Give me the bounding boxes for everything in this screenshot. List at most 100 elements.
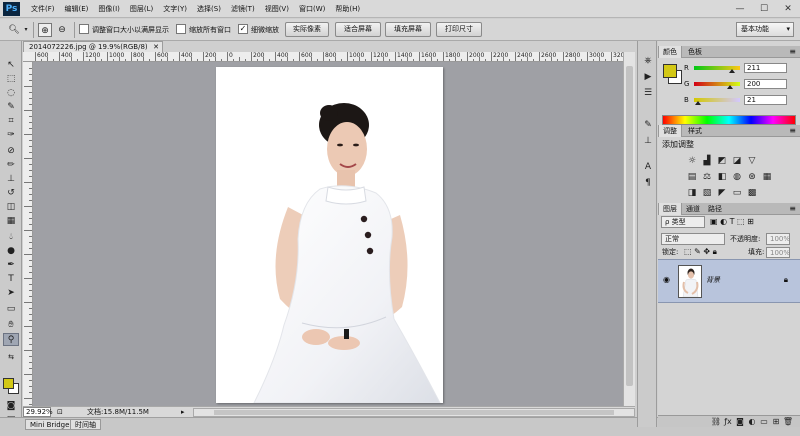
layer-filter-icons[interactable]: ▣ ◐ T ⬚ ⊞ <box>710 216 754 228</box>
chevron-down-icon[interactable]: ▾ <box>22 23 30 37</box>
panel-menu-icon[interactable]: ≡ <box>789 203 796 215</box>
zoom-out-icon[interactable]: ⊖ <box>55 23 69 37</box>
zoom-tool-icon[interactable]: ⚲ <box>3 333 19 346</box>
print-size-button[interactable]: 打印尺寸 <box>436 22 482 37</box>
workspace-select[interactable]: 基本功能 ▾ <box>736 22 794 37</box>
layer-filter-select[interactable]: ρ 类型 <box>661 216 705 228</box>
green-slider[interactable] <box>694 82 740 89</box>
layer-mask-icon[interactable]: ◙ <box>734 416 746 427</box>
brightness-icon[interactable]: ☼ <box>686 155 698 167</box>
layer-row-background[interactable]: ◉ 背景 🔒︎ <box>658 259 800 303</box>
tab-paths[interactable]: 路径 <box>704 203 726 215</box>
selective-color-icon[interactable]: ▩ <box>746 187 758 199</box>
fill-screen-button[interactable]: 填充屏幕 <box>385 22 431 37</box>
black-white-icon[interactable]: ◧ <box>716 171 728 183</box>
exposure-icon[interactable]: ◪ <box>731 155 743 167</box>
scrollbar-thumb[interactable] <box>214 410 614 415</box>
color-lookup-icon[interactable]: ▦ <box>761 171 773 183</box>
history-icon[interactable]: ⎈ <box>641 55 655 67</box>
color-balance-icon[interactable]: ⚖ <box>701 171 713 183</box>
slider-knob[interactable] <box>694 101 701 105</box>
tab-layers[interactable]: 图层 <box>658 203 682 215</box>
opacity-field[interactable]: 100% <box>766 233 790 245</box>
blue-slider[interactable] <box>694 98 740 105</box>
eraser-tool-icon[interactable]: ◫ <box>3 201 19 214</box>
actual-pixels-button[interactable]: 实际像素 <box>285 22 329 37</box>
trash-icon[interactable]: 🗑︎ <box>782 416 794 427</box>
tab-styles[interactable]: 样式 <box>684 125 706 137</box>
tab-mini-bridge[interactable]: Mini Bridge <box>25 419 75 430</box>
link-layers-icon[interactable]: ⛓ <box>710 416 722 427</box>
eye-icon[interactable]: ◉ <box>663 275 670 284</box>
eyedropper-tool-icon[interactable]: ✑ <box>3 129 19 142</box>
paragraph-icon[interactable]: ¶ <box>641 177 655 189</box>
menu-type[interactable]: 文字(Y) <box>158 0 192 18</box>
menu-layer[interactable]: 图层(L) <box>125 0 158 18</box>
character-icon[interactable]: A <box>641 161 655 173</box>
export-icon[interactable]: ⊡ <box>57 407 63 417</box>
fill-field[interactable]: 100% <box>766 247 790 258</box>
menu-image[interactable]: 图像(I) <box>93 0 125 18</box>
tab-adjustments[interactable]: 调整 <box>658 125 682 137</box>
clone-source-icon[interactable]: ⊥ <box>641 135 655 147</box>
panel-menu-icon[interactable]: ≡ <box>789 46 796 58</box>
blend-mode-select[interactable]: 正常 <box>661 233 725 245</box>
gradient-map-icon[interactable]: ▭ <box>731 187 743 199</box>
posterize-icon[interactable]: ▧ <box>701 187 713 199</box>
invert-icon[interactable]: ◨ <box>686 187 698 199</box>
type-tool-icon[interactable]: T <box>3 273 19 286</box>
fit-screen-button[interactable]: 适合屏幕 <box>335 22 381 37</box>
minimize-button[interactable]: — <box>728 0 752 18</box>
menu-edit[interactable]: 编辑(E) <box>60 0 94 18</box>
quick-select-tool-icon[interactable]: ✎ <box>3 101 19 114</box>
horizontal-scrollbar[interactable] <box>193 408 635 417</box>
brush-tool-icon[interactable]: ✏ <box>3 159 19 172</box>
history-brush-tool-icon[interactable]: ↺ <box>3 187 19 200</box>
levels-icon[interactable]: ▟ <box>701 155 713 167</box>
threshold-icon[interactable]: ◤ <box>716 187 728 199</box>
channel-mixer-icon[interactable]: ⊛ <box>746 171 758 183</box>
foreground-swatch[interactable] <box>663 64 677 78</box>
green-value-field[interactable]: 200 <box>744 79 787 89</box>
zoom-tool-icon[interactable]: 🔍︎ <box>6 23 22 37</box>
zoom-in-icon[interactable]: ⊕ <box>38 23 52 37</box>
red-slider[interactable] <box>694 66 740 73</box>
foreground-color-swatch[interactable] <box>3 378 14 389</box>
menu-filter[interactable]: 滤镜(T) <box>226 0 260 18</box>
vibrance-icon[interactable]: ▽ <box>746 155 758 167</box>
slider-knob[interactable] <box>726 85 733 89</box>
lock-icons[interactable]: ⬚ ✎ ✥ 🔒︎ <box>684 246 717 258</box>
resize-windows-checkbox[interactable] <box>79 24 89 34</box>
panel-menu-icon[interactable]: ≡ <box>789 125 796 137</box>
slider-knob[interactable] <box>729 69 736 73</box>
zoom-all-windows-checkbox[interactable] <box>176 24 186 34</box>
menu-window[interactable]: 窗口(W) <box>294 0 330 18</box>
menu-view[interactable]: 视图(V) <box>260 0 294 18</box>
brush-panel-icon[interactable]: ✎ <box>641 119 655 131</box>
vertical-scrollbar[interactable] <box>623 52 635 406</box>
tab-timeline[interactable]: 时间轴 <box>70 419 101 430</box>
adjustment-layer-icon[interactable]: ◐ <box>746 416 758 427</box>
document-tab[interactable]: 2014072226.jpg @ 19.9%(RGB/8) ✕ <box>23 41 163 52</box>
tab-swatches[interactable]: 色板 <box>684 46 706 58</box>
blur-tool-icon[interactable]: 💧︎ <box>3 231 19 244</box>
gradient-tool-icon[interactable]: ▦ <box>3 215 19 228</box>
new-layer-icon[interactable]: ⊞ <box>770 416 782 427</box>
clone-stamp-tool-icon[interactable]: ⊥ <box>3 173 19 186</box>
menu-select[interactable]: 选择(S) <box>192 0 226 18</box>
properties-icon[interactable]: ☰ <box>641 87 655 99</box>
menu-help[interactable]: 帮助(H) <box>330 0 365 18</box>
image-canvas[interactable] <box>216 67 443 403</box>
menu-file[interactable]: 文件(F) <box>26 0 60 18</box>
blue-value-field[interactable]: 21 <box>744 95 787 105</box>
lasso-tool-icon[interactable]: ◌ <box>3 87 19 100</box>
chevron-right-icon[interactable]: ▸ <box>181 407 185 417</box>
close-button[interactable]: ✕ <box>776 0 800 18</box>
pen-tool-icon[interactable]: ✒ <box>3 259 19 272</box>
quick-mask-icon[interactable]: ◙ <box>3 400 19 413</box>
path-select-tool-icon[interactable]: ➤ <box>3 287 19 300</box>
marquee-tool-icon[interactable]: ⬚ <box>3 73 19 86</box>
layer-style-icon[interactable]: ƒx <box>722 416 734 427</box>
layer-thumbnail[interactable] <box>678 265 702 298</box>
curves-icon[interactable]: ◩ <box>716 155 728 167</box>
